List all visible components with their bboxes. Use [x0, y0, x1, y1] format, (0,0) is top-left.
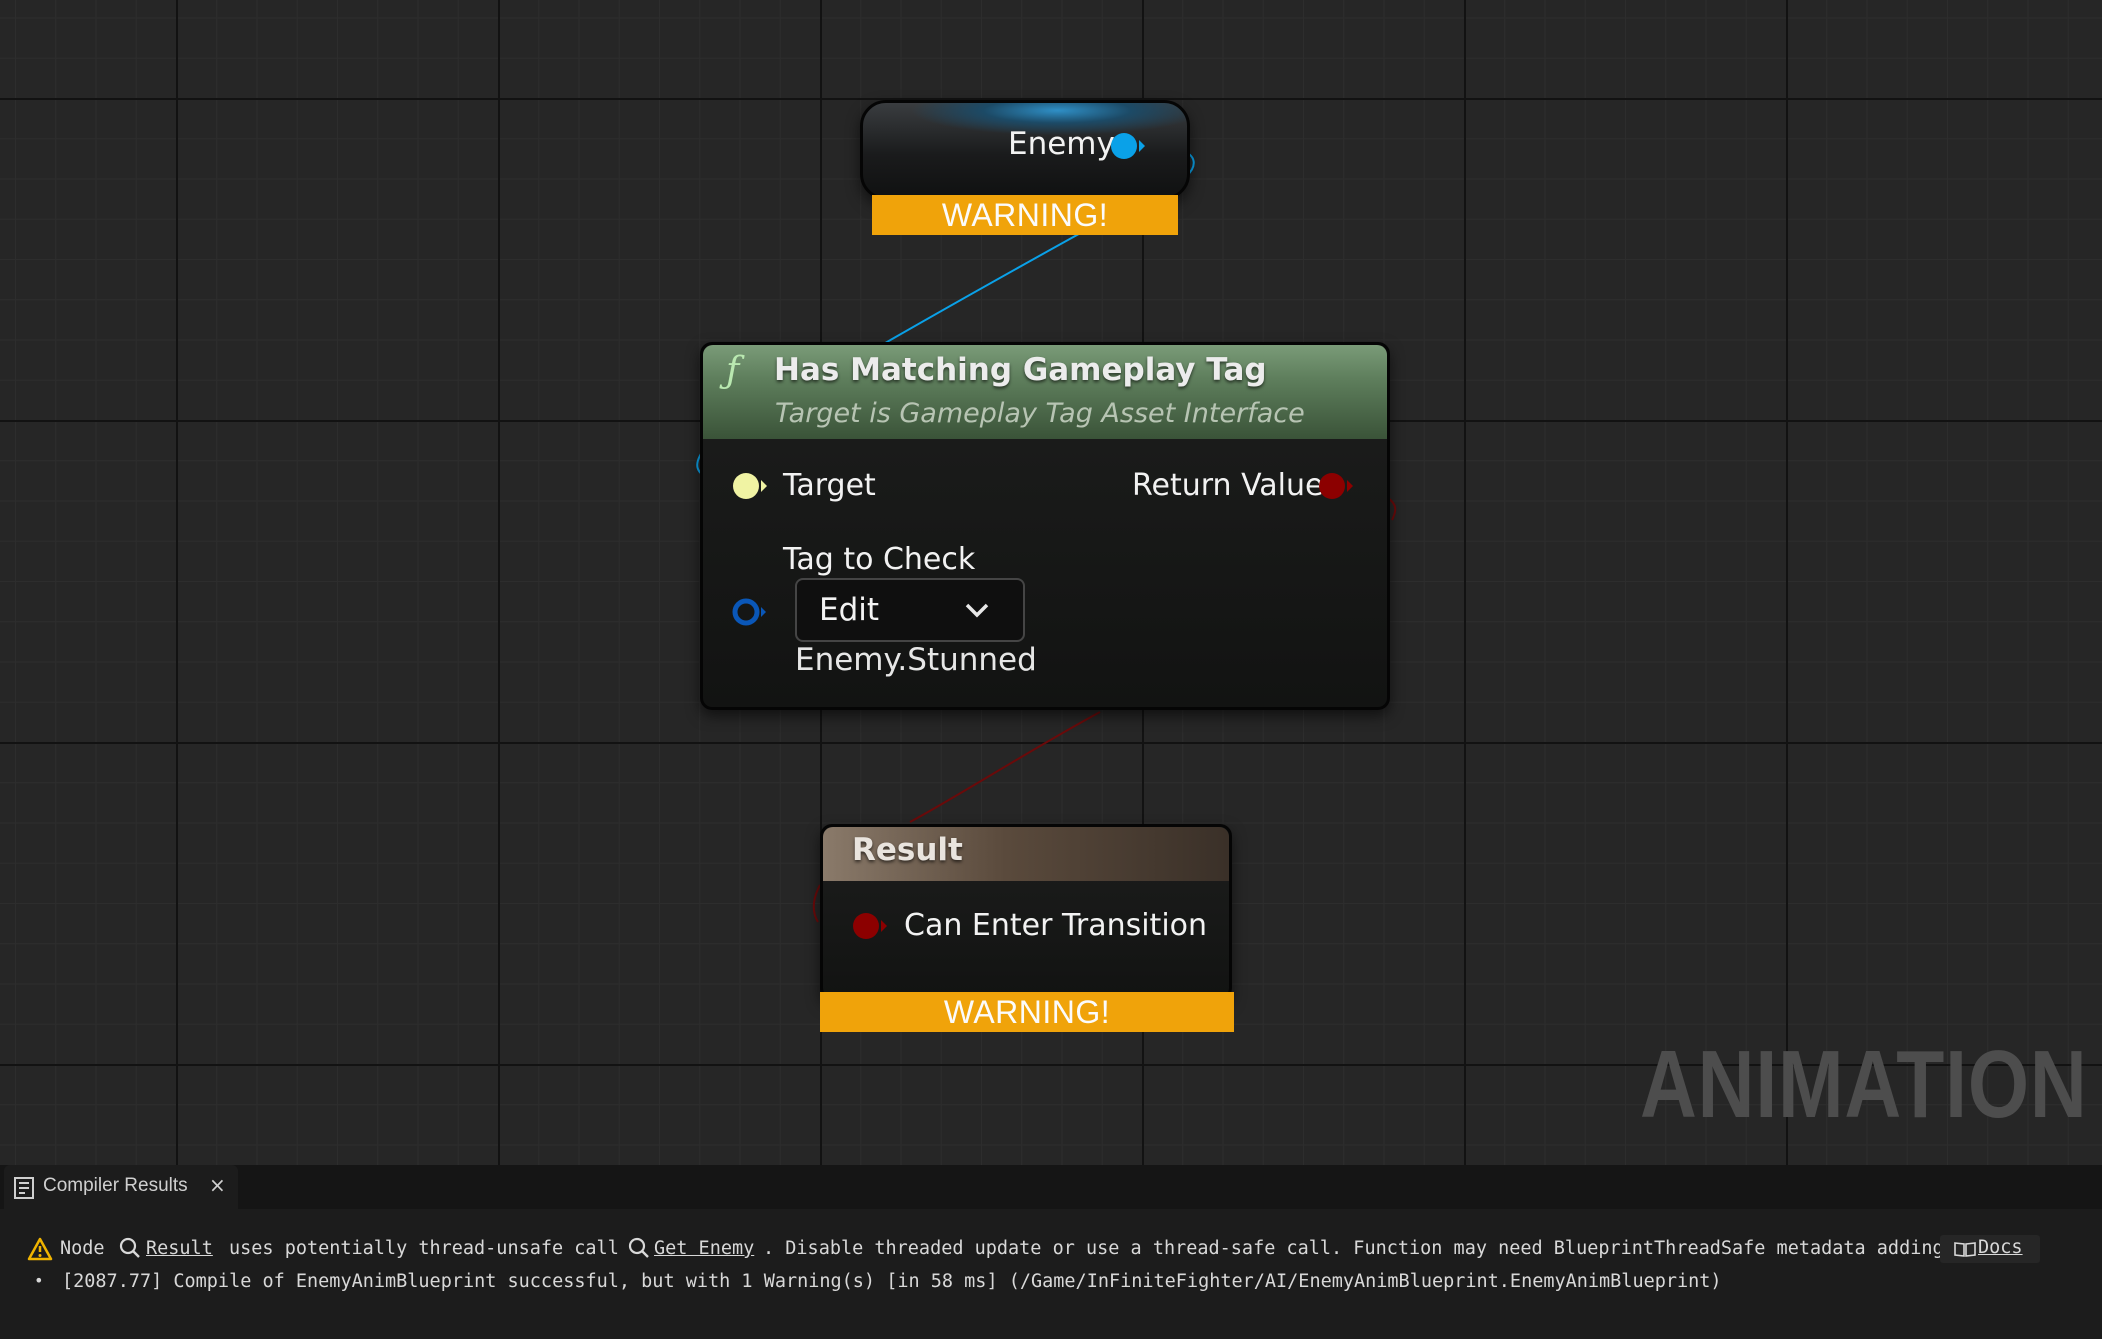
- result-title: Result: [852, 832, 963, 868]
- search-icon: [119, 1237, 140, 1258]
- docs-label: Docs: [1978, 1237, 2023, 1258]
- result-node[interactable]: Result Can Enter Transition WARNING!: [820, 824, 1234, 1034]
- compiler-results-tab[interactable]: Compiler Results ×: [4, 1165, 238, 1209]
- result-warning-bar: WARNING!: [820, 992, 1234, 1032]
- tag-edit-dropdown-value: Edit: [819, 592, 880, 628]
- compiler-results-icon: [14, 1177, 34, 1199]
- message-suffix: . Disable threaded update or use a threa…: [763, 1238, 1955, 1259]
- message-prefix: Node: [60, 1238, 105, 1259]
- chevron-down-icon: [965, 603, 989, 618]
- docs-button[interactable]: Docs: [1940, 1235, 2040, 1263]
- enemy-output-pin[interactable]: [1110, 130, 1146, 162]
- panel-tab-bar: Compiler Results ×: [0, 1165, 2102, 1209]
- enemy-warning-bar: WARNING!: [872, 195, 1178, 235]
- search-icon: [628, 1237, 649, 1258]
- function-icon: ƒ: [726, 350, 740, 391]
- enemy-label: Enemy: [1008, 126, 1115, 162]
- result-node-link[interactable]: Result: [146, 1238, 213, 1259]
- tag-to-check-pin[interactable]: [732, 596, 768, 628]
- compiler-results-tab-label: Compiler Results: [43, 1175, 188, 1196]
- log-bullet: •: [34, 1271, 44, 1290]
- graph-type-watermark: ANIMATION: [1640, 1031, 2088, 1138]
- book-icon: [1954, 1242, 1976, 1257]
- return-value-label: Return Value: [1132, 468, 1324, 503]
- get-enemy-node[interactable]: Enemy WARNING!: [860, 100, 1190, 240]
- bool-wire: [909, 711, 1101, 823]
- warning-icon: [27, 1237, 53, 1261]
- has-matching-gameplay-tag-node[interactable]: ƒ Has Matching Gameplay Tag Target is Ga…: [700, 342, 1390, 710]
- blueprint-graph-canvas[interactable]: Enemy WARNING! ƒ Has Matching Gameplay T…: [0, 0, 2102, 1165]
- can-enter-transition-label: Can Enter Transition: [904, 908, 1208, 943]
- tag-value: Enemy.Stunned: [795, 642, 1037, 678]
- tag-to-check-label: Tag to Check: [783, 542, 976, 577]
- message-middle: uses potentially thread-unsafe call: [229, 1238, 619, 1259]
- close-icon[interactable]: ×: [209, 1173, 226, 1197]
- function-title: Has Matching Gameplay Tag: [774, 352, 1267, 388]
- function-subtitle: Target is Gameplay Tag Asset Interface: [775, 398, 1305, 429]
- tag-edit-dropdown[interactable]: Edit: [795, 578, 1025, 642]
- target-pin-label: Target: [783, 468, 876, 503]
- compile-log-line: [2087.77] Compile of EnemyAnimBlueprint …: [62, 1271, 1722, 1292]
- return-value-pin[interactable]: [1318, 470, 1354, 502]
- target-input-pin[interactable]: [732, 470, 768, 502]
- can-enter-transition-pin[interactable]: [852, 910, 888, 942]
- get-enemy-link[interactable]: Get Enemy: [654, 1238, 754, 1259]
